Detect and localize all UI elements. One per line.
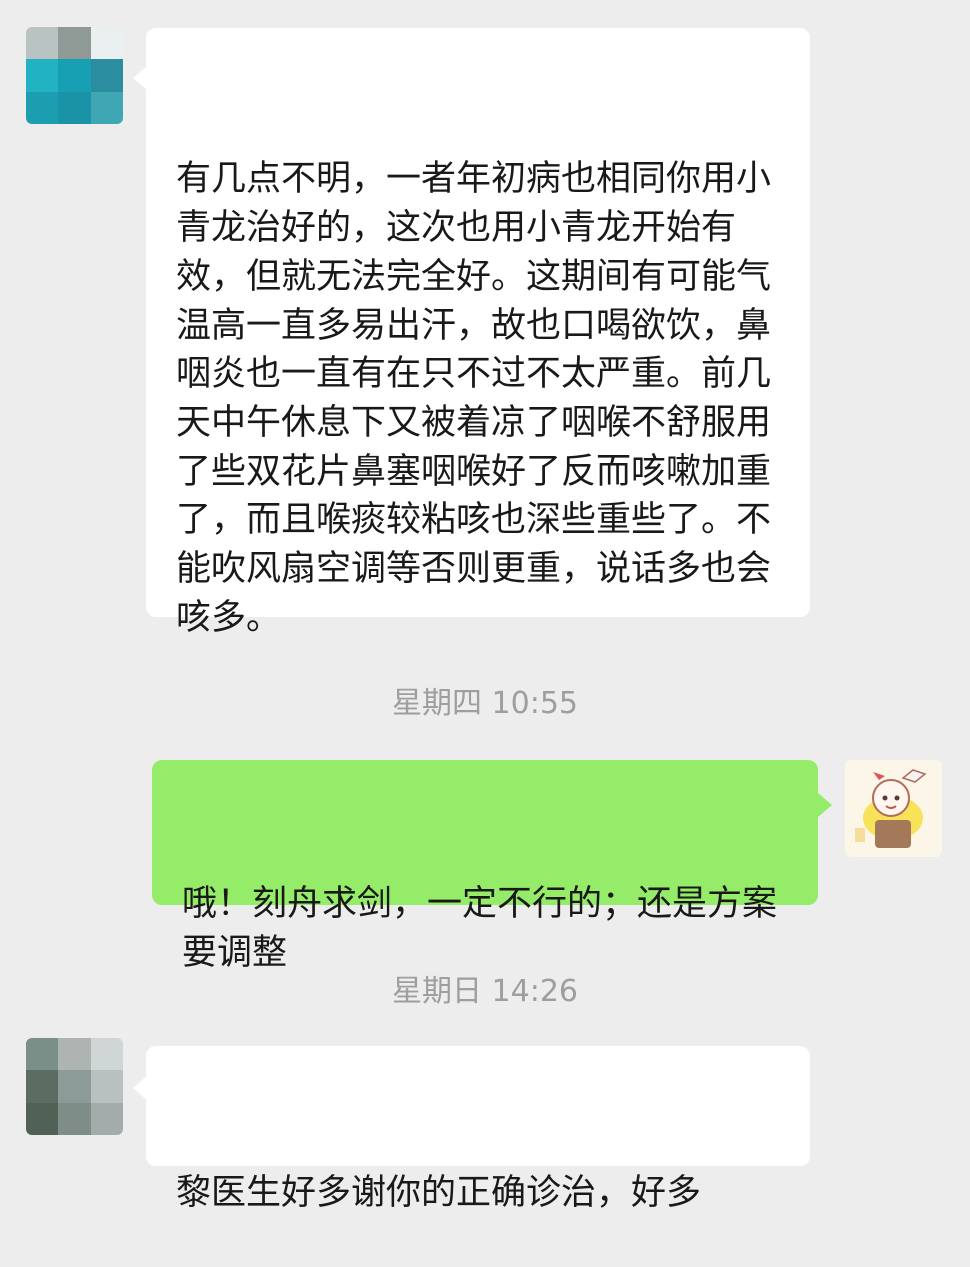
- contact-avatar[interactable]: [26, 27, 123, 124]
- incoming-message-bubble[interactable]: 黎医生好多谢你的正确诊治，好多: [146, 1046, 810, 1213]
- timestamp: 星期日 14:26: [392, 974, 578, 1009]
- bubble-tail: [133, 1076, 147, 1100]
- cartoon-character-icon: [845, 760, 942, 857]
- message-text: 有几点不明，一者年初病也相同你用小青龙治好的，这次也用小青龙开始有效，但就无法完…: [176, 159, 772, 638]
- bubble-tail: [133, 66, 147, 90]
- incoming-message-bubble[interactable]: 有几点不明，一者年初病也相同你用小青龙治好的，这次也用小青龙开始有效，但就无法完…: [146, 28, 810, 638]
- timestamp: 星期四 10:55: [392, 686, 578, 721]
- user-avatar[interactable]: [845, 760, 942, 857]
- message-text: 哦！刻舟求剑，一定不行的；还是方案要调整: [182, 884, 778, 974]
- message-text: 黎医生好多谢你的正确诊治，好多: [176, 1173, 702, 1214]
- pixelated-avatar-image: [26, 27, 123, 124]
- outgoing-message-bubble[interactable]: 哦！刻舟求剑，一定不行的；还是方案要调整: [152, 760, 818, 973]
- pixelated-avatar-image: [26, 1038, 123, 1135]
- contact-avatar[interactable]: [26, 1038, 123, 1135]
- bubble-tail: [818, 793, 832, 817]
